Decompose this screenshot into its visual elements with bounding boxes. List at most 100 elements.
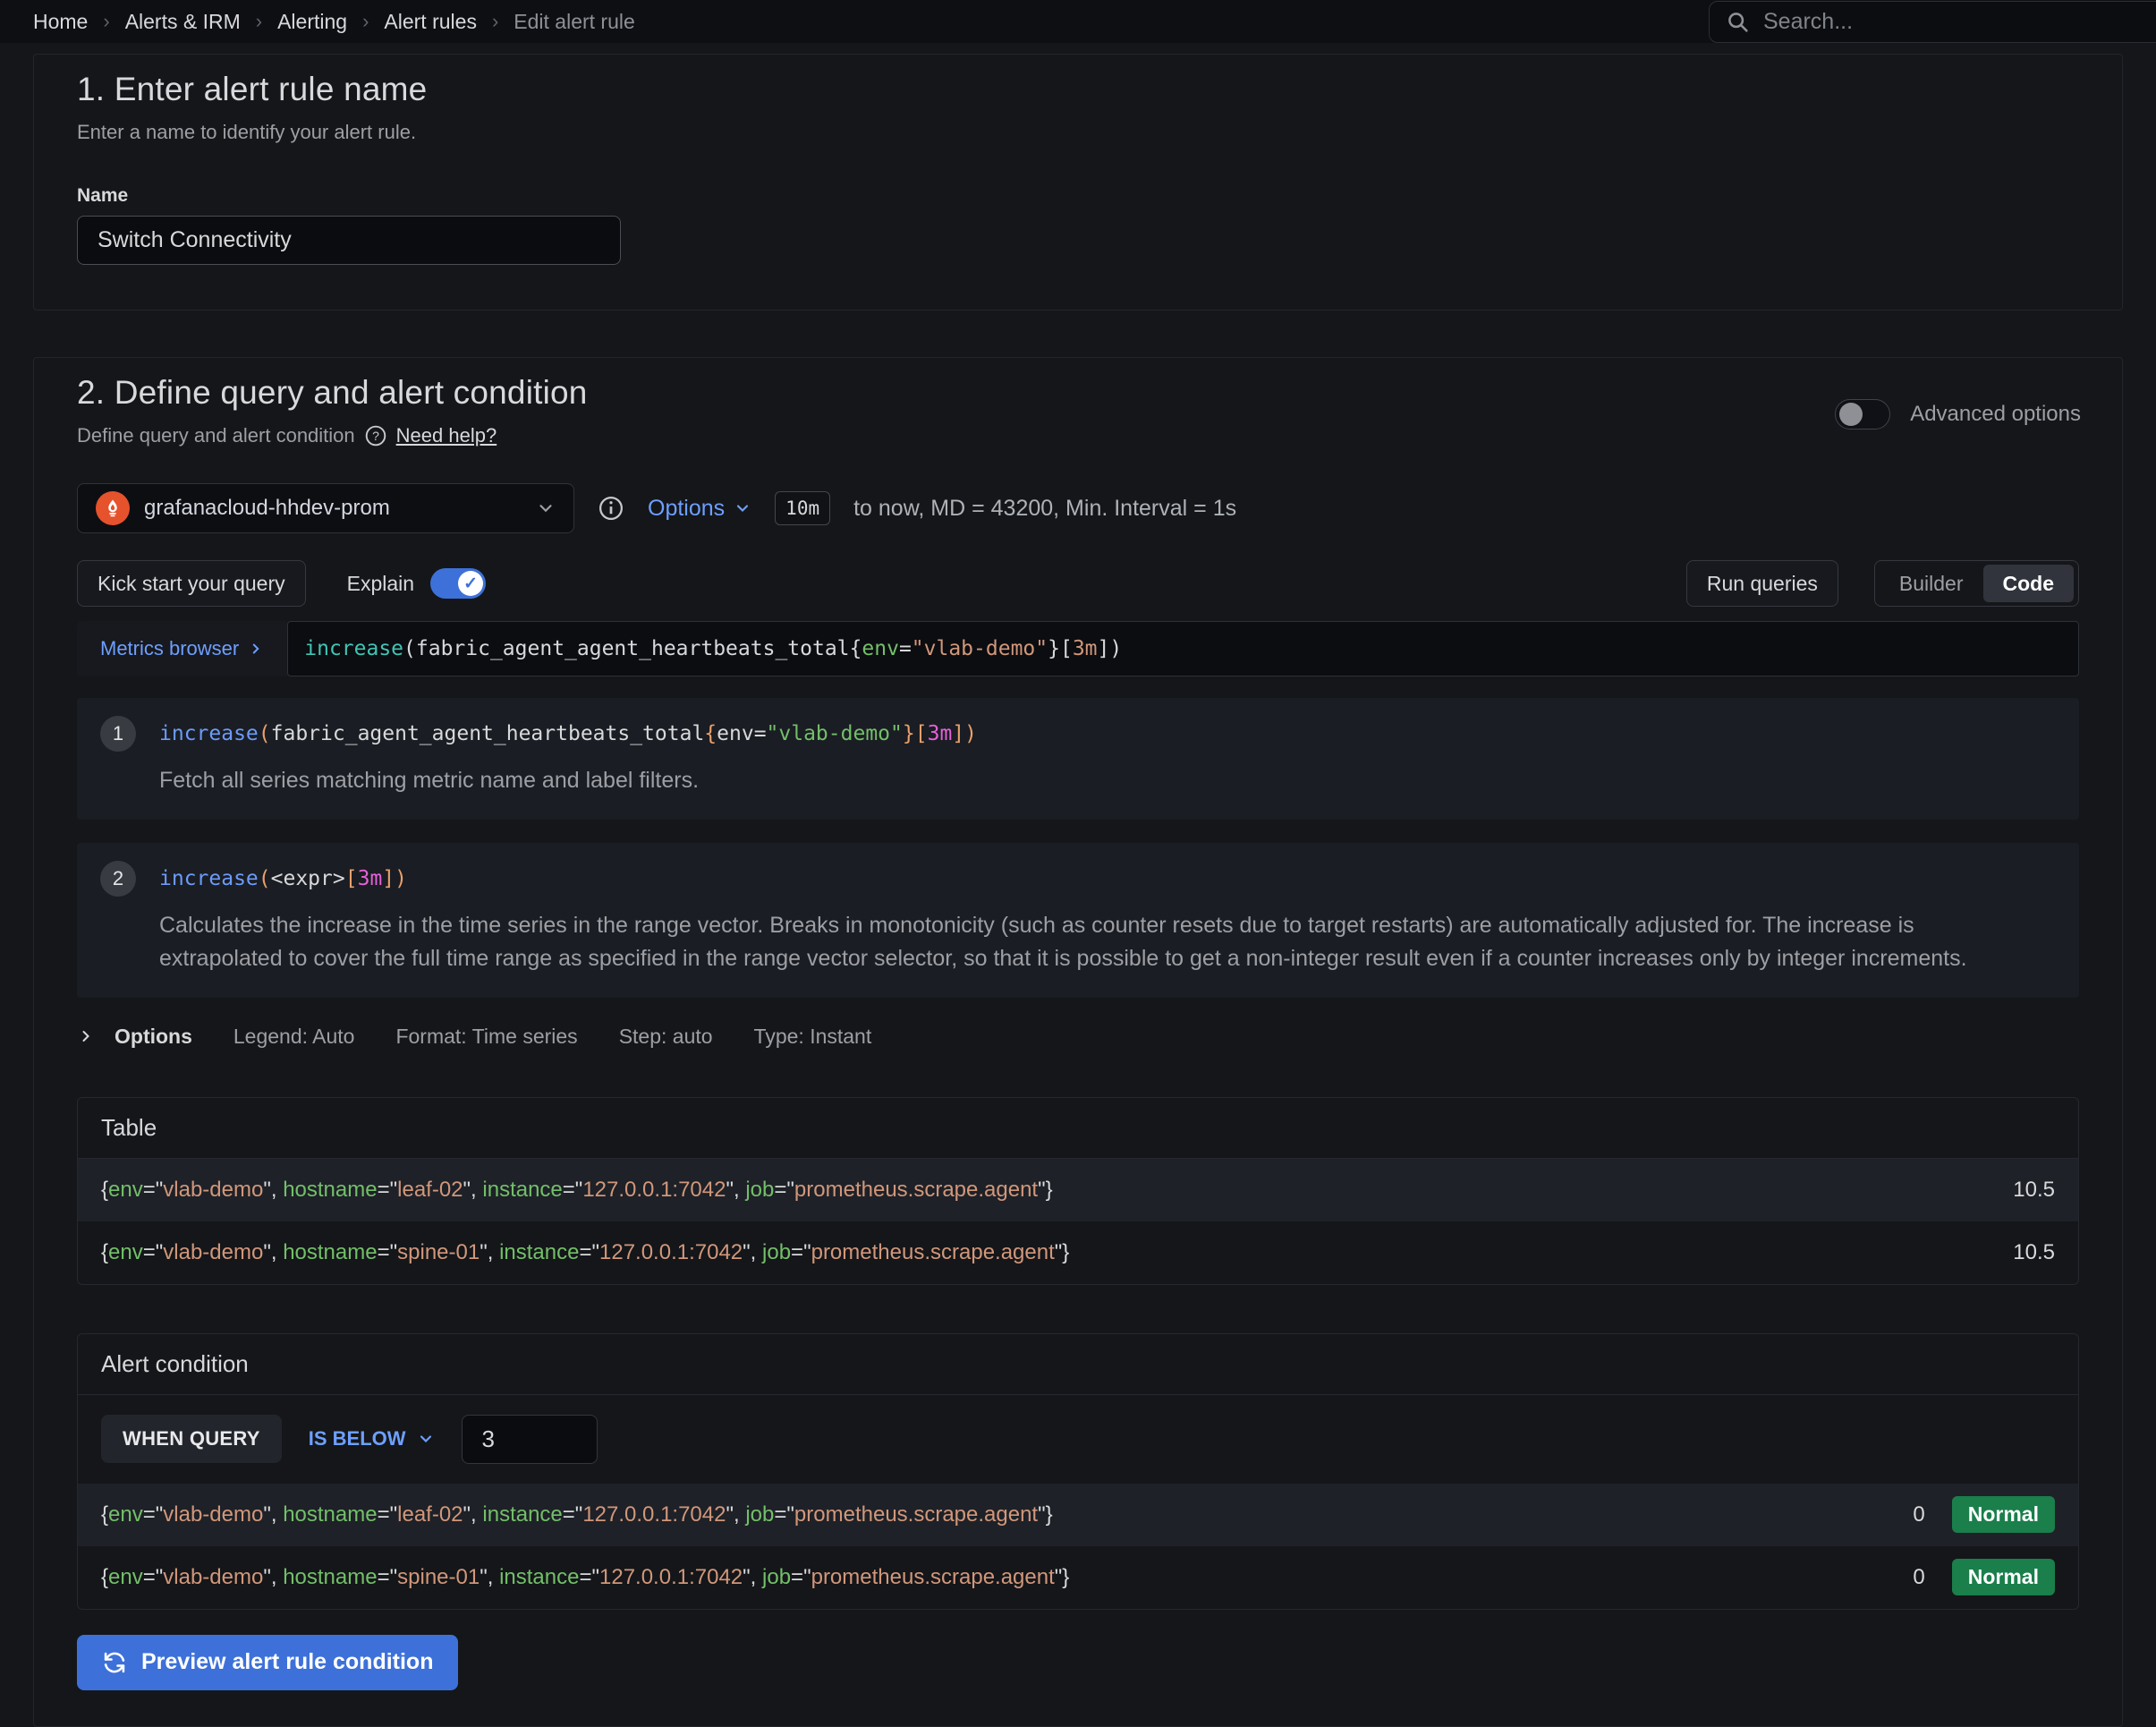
need-help-link[interactable]: Need help? bbox=[396, 424, 497, 447]
operator-dropdown[interactable]: IS BELOW bbox=[309, 1427, 435, 1451]
builder-code-switch: Builder Code bbox=[1874, 560, 2079, 607]
top-nav-bar: Home › Alerts & IRM › Alerting › Alert r… bbox=[0, 0, 2156, 43]
alert-condition-builder-row: WHEN QUERY IS BELOW bbox=[78, 1395, 2078, 1484]
datasource-name: grafanacloud-hhdev-prom bbox=[144, 496, 522, 521]
section-enter-alert-rule-name: 1. Enter alert rule name Enter a name to… bbox=[33, 54, 2123, 311]
explain-line: 1 increase(fabric_agent_agent_heartbeats… bbox=[100, 716, 2056, 752]
section1-title: 1. Enter alert rule name bbox=[77, 71, 2079, 108]
advanced-options-label: Advanced options bbox=[1910, 402, 2081, 427]
options-expander-label: Options bbox=[115, 1025, 192, 1049]
table-row: {env="vlab-demo", hostname="spine-01", i… bbox=[78, 1221, 2078, 1284]
breadcrumb-separator: › bbox=[256, 10, 262, 33]
state-badge: Normal bbox=[1952, 1559, 2055, 1595]
alert-instance-row: {env="vlab-demo", hostname="spine-01", i… bbox=[78, 1546, 2078, 1609]
search-icon bbox=[1726, 10, 1751, 35]
breadcrumb: Home › Alerts & IRM › Alerting › Alert r… bbox=[33, 10, 635, 34]
time-range-summary: to now, MD = 43200, Min. Interval = 1s bbox=[853, 496, 1236, 522]
preview-alert-rule-condition-button[interactable]: Preview alert rule condition bbox=[77, 1635, 458, 1690]
builder-mode-button[interactable]: Builder bbox=[1880, 572, 1983, 596]
query-options-dropdown[interactable]: Options bbox=[648, 496, 751, 522]
run-queries-button[interactable]: Run queries bbox=[1686, 560, 1838, 607]
query-editor-row: Metrics browser increase(fabric_agent_ag… bbox=[77, 621, 2079, 676]
code-mode-button[interactable]: Code bbox=[1983, 565, 2075, 602]
query-options-label: Options bbox=[648, 496, 725, 522]
option-type: Type: Instant bbox=[754, 1025, 872, 1049]
breadcrumb-item-home[interactable]: Home bbox=[33, 10, 88, 34]
toggle-knob bbox=[1839, 403, 1863, 426]
datasource-row: grafanacloud-hhdev-prom Options 10m to n… bbox=[77, 483, 2079, 533]
explain-card-2: 2 increase(<expr>[3m]) Calculates the in… bbox=[77, 843, 2079, 998]
explain-description: Fetch all series matching metric name an… bbox=[159, 764, 2002, 798]
search-input[interactable] bbox=[1763, 9, 2153, 35]
series-labels: {env="vlab-demo", hostname="leaf-02", in… bbox=[101, 1502, 1913, 1527]
breadcrumb-separator: › bbox=[362, 10, 369, 33]
alert-condition-panel: Alert condition WHEN QUERY IS BELOW {env… bbox=[77, 1333, 2079, 1610]
threshold-input[interactable] bbox=[462, 1415, 598, 1464]
breadcrumb-separator: › bbox=[492, 10, 498, 33]
series-labels: {env="vlab-demo", hostname="leaf-02", in… bbox=[101, 1178, 2013, 1203]
help-circle-icon: ? bbox=[364, 424, 387, 447]
state-badge: Normal bbox=[1952, 1496, 2055, 1533]
chevron-down-icon bbox=[734, 499, 751, 517]
alert-rule-name-input[interactable] bbox=[77, 216, 621, 265]
table-row: {env="vlab-demo", hostname="leaf-02", in… bbox=[78, 1159, 2078, 1221]
kick-start-query-button[interactable]: Kick start your query bbox=[77, 560, 306, 607]
chevron-right-icon bbox=[248, 641, 264, 657]
metrics-browser-label: Metrics browser bbox=[100, 637, 239, 660]
svg-text:?: ? bbox=[372, 429, 379, 443]
duration-badge[interactable]: 10m bbox=[775, 491, 830, 525]
alert-condition-title: Alert condition bbox=[78, 1334, 2078, 1395]
section1-subtitle: Enter a name to identify your alert rule… bbox=[77, 121, 2079, 144]
name-field-label: Name bbox=[77, 185, 2079, 207]
table-results-panel: Table {env="vlab-demo", hostname="leaf-0… bbox=[77, 1097, 2079, 1285]
series-value: 0 bbox=[1913, 1502, 1924, 1527]
advanced-options-control: Advanced options bbox=[1835, 399, 2081, 430]
explain-card-1: 1 increase(fabric_agent_agent_heartbeats… bbox=[77, 698, 2079, 820]
chevron-down-icon bbox=[417, 1430, 435, 1448]
breadcrumb-item-alert-rules[interactable]: Alert rules bbox=[384, 10, 477, 34]
global-search-box[interactable] bbox=[1709, 1, 2156, 43]
explain-expression: increase(<expr>[3m]) bbox=[159, 867, 407, 890]
when-query-chip: WHEN QUERY bbox=[101, 1415, 282, 1463]
section2-title: 2. Define query and alert condition bbox=[77, 374, 2079, 412]
promql-expression: increase(fabric_agent_agent_heartbeats_t… bbox=[304, 637, 1122, 660]
refresh-icon bbox=[102, 1650, 127, 1675]
metrics-browser-button[interactable]: Metrics browser bbox=[77, 621, 287, 676]
series-value: 10.5 bbox=[2013, 1240, 2055, 1265]
series-labels: {env="vlab-demo", hostname="spine-01", i… bbox=[101, 1565, 1913, 1590]
prometheus-icon bbox=[96, 491, 130, 525]
operator-label: IS BELOW bbox=[309, 1427, 406, 1451]
step-number-badge: 1 bbox=[100, 716, 136, 752]
advanced-options-toggle[interactable] bbox=[1835, 399, 1890, 430]
option-step: Step: auto bbox=[619, 1025, 713, 1049]
preview-button-label: Preview alert rule condition bbox=[141, 1649, 433, 1675]
explain-description: Calculates the increase in the time seri… bbox=[159, 909, 2002, 976]
explain-toggle-group: Explain ✓ bbox=[347, 568, 486, 599]
query-toolbar: Kick start your query Explain ✓ Run quer… bbox=[77, 560, 2079, 607]
table-panel-title: Table bbox=[78, 1098, 2078, 1159]
series-value: 10.5 bbox=[2013, 1178, 2055, 1203]
option-legend: Legend: Auto bbox=[233, 1025, 355, 1049]
section2-subtitle: Define query and alert condition bbox=[77, 424, 355, 447]
explain-label: Explain bbox=[347, 572, 414, 596]
query-options-summary-row: Options Legend: Auto Format: Time series… bbox=[77, 1025, 2079, 1049]
breadcrumb-separator: › bbox=[103, 10, 109, 33]
alert-instance-row: {env="vlab-demo", hostname="leaf-02", in… bbox=[78, 1484, 2078, 1546]
chevron-down-icon bbox=[536, 498, 556, 518]
chevron-right-icon bbox=[77, 1027, 95, 1045]
breadcrumb-item-alerts-irm[interactable]: Alerts & IRM bbox=[125, 10, 241, 34]
options-expander[interactable]: Options bbox=[77, 1025, 192, 1049]
series-value: 0 bbox=[1913, 1565, 1924, 1590]
explain-expression: increase(fabric_agent_agent_heartbeats_t… bbox=[159, 722, 977, 745]
breadcrumb-item-edit-alert-rule: Edit alert rule bbox=[514, 10, 635, 34]
breadcrumb-item-alerting[interactable]: Alerting bbox=[277, 10, 347, 34]
option-format: Format: Time series bbox=[395, 1025, 577, 1049]
explain-toggle[interactable]: ✓ bbox=[430, 568, 486, 599]
datasource-picker[interactable]: grafanacloud-hhdev-prom bbox=[77, 483, 574, 533]
toggle-knob-check: ✓ bbox=[458, 571, 483, 596]
explain-line: 2 increase(<expr>[3m]) bbox=[100, 861, 2056, 897]
series-labels: {env="vlab-demo", hostname="spine-01", i… bbox=[101, 1240, 2013, 1265]
info-circle-icon bbox=[598, 495, 624, 522]
section2-subtitle-row: Define query and alert condition ? Need … bbox=[77, 424, 2079, 447]
promql-code-editor[interactable]: increase(fabric_agent_agent_heartbeats_t… bbox=[287, 621, 2079, 676]
